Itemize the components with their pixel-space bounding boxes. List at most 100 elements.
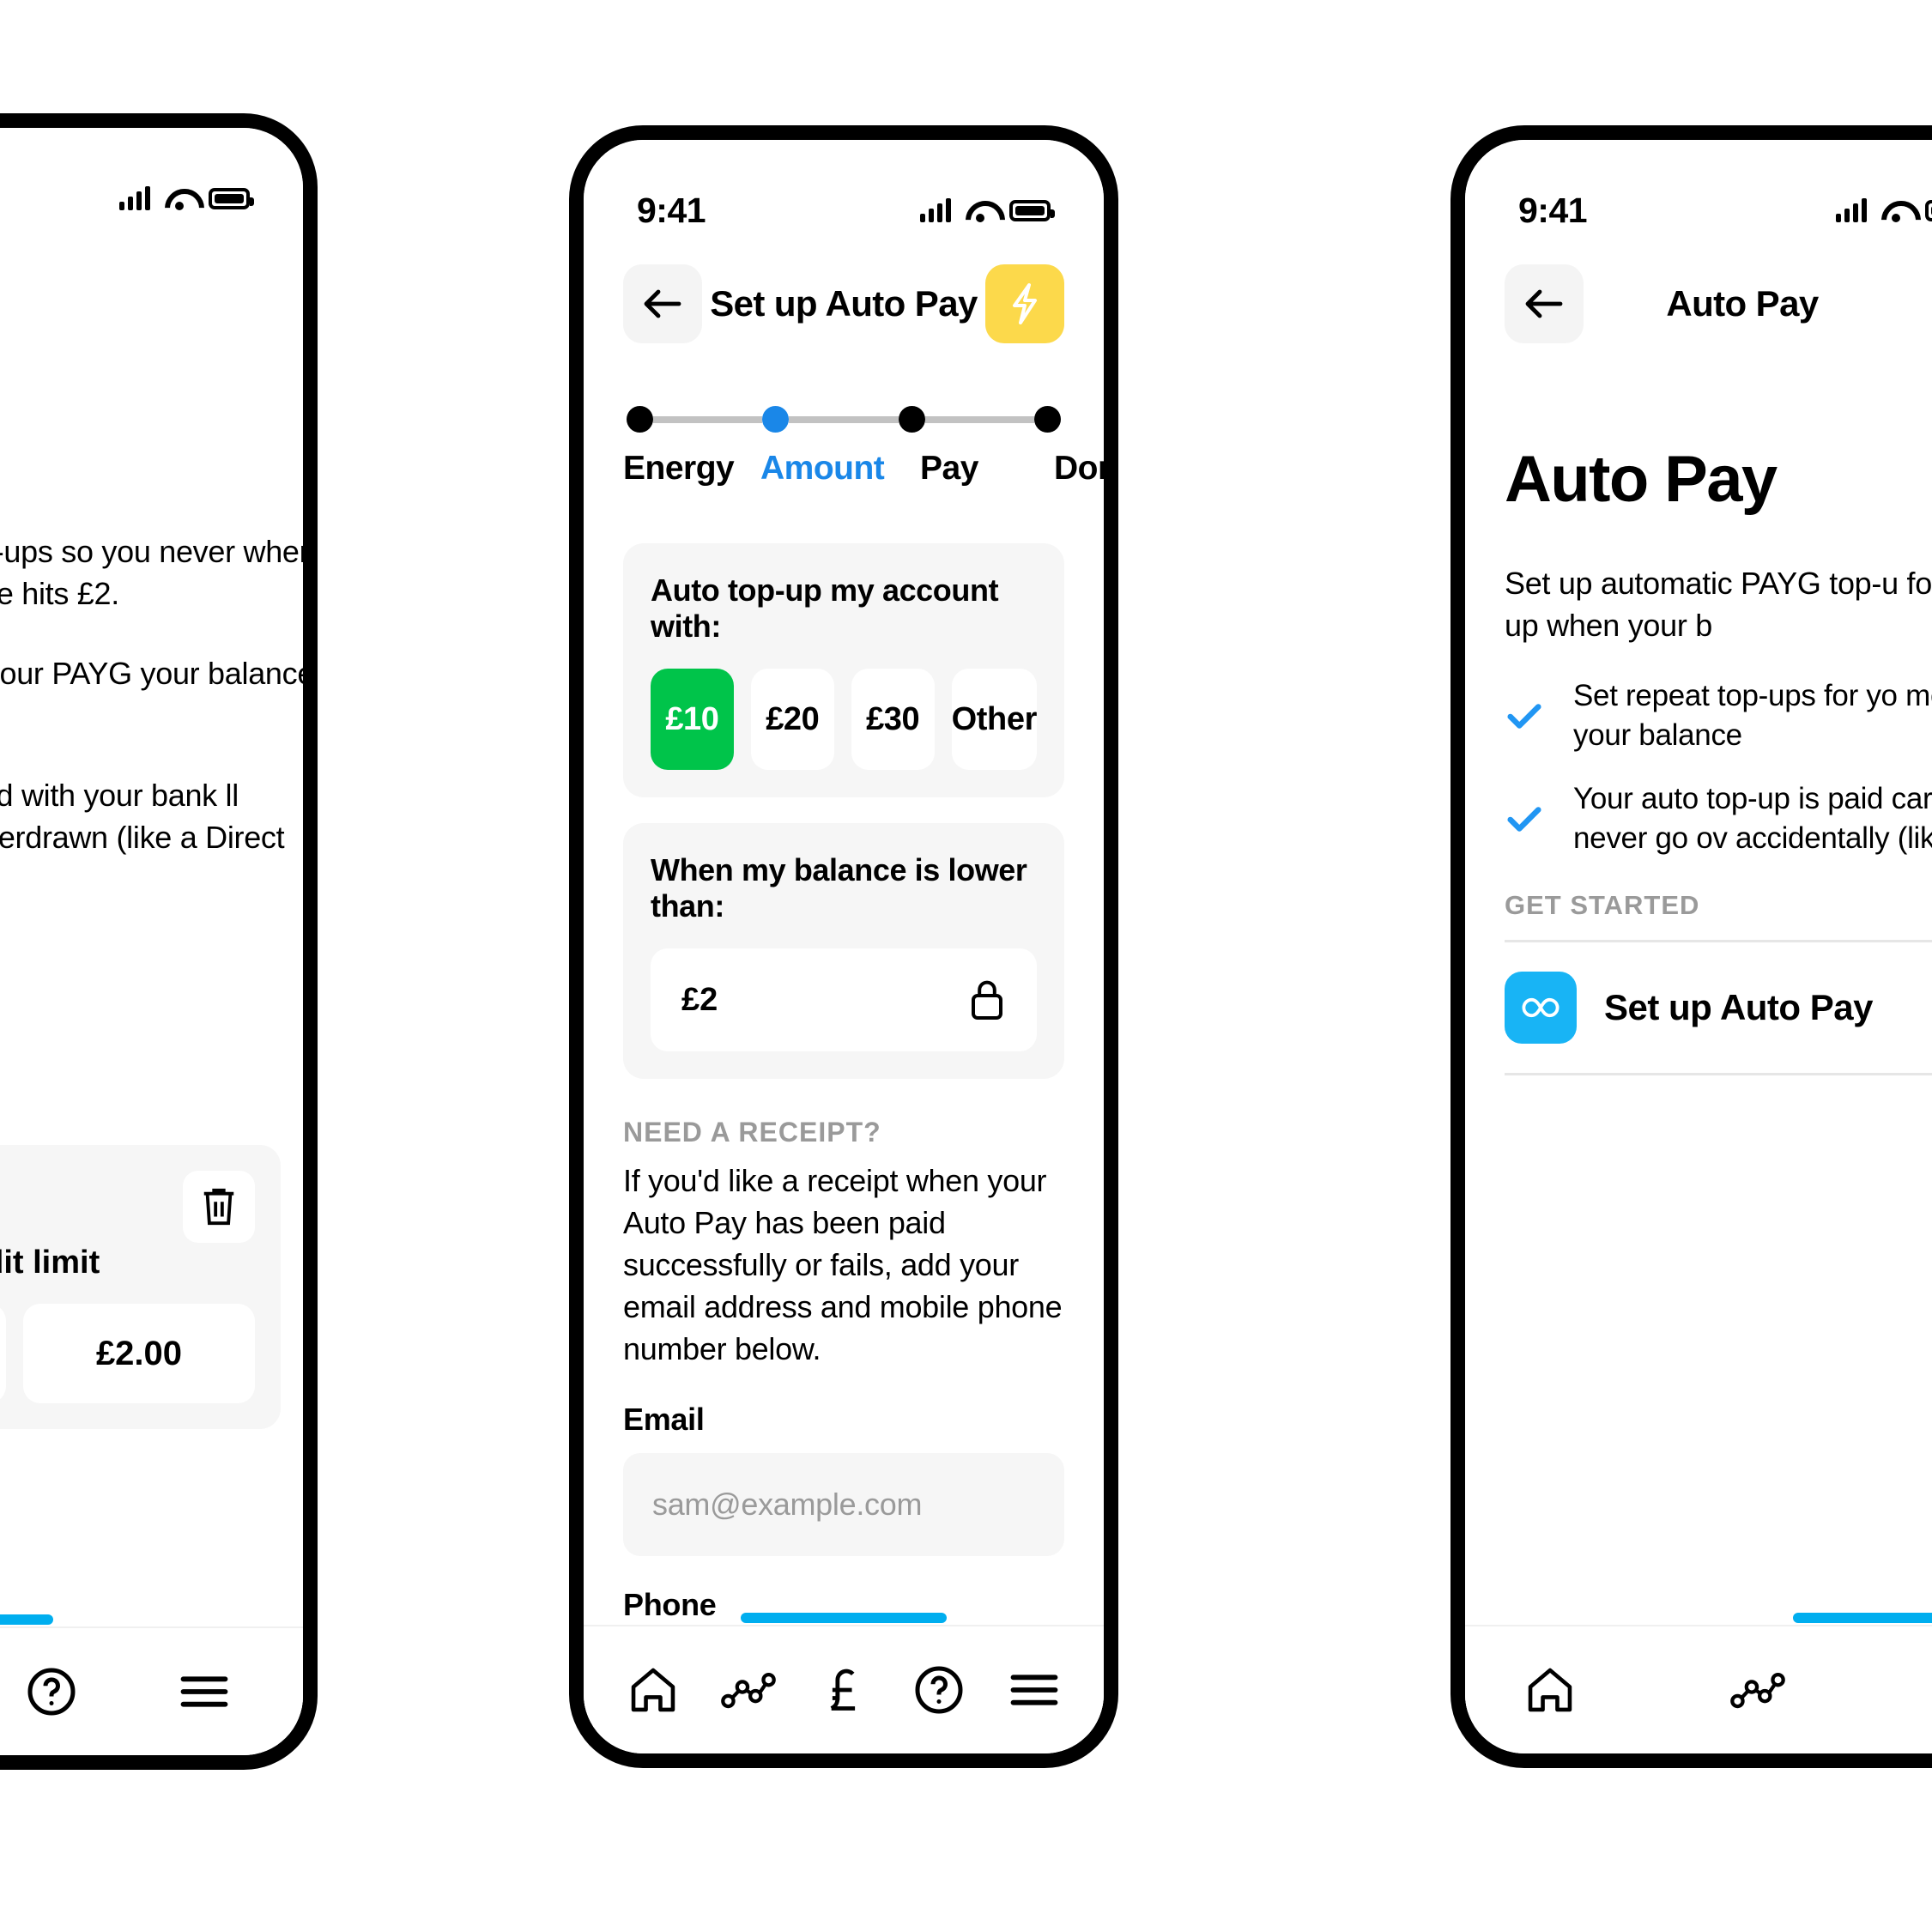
intro-paragraph-3: op-up is paid with your bank ll never go… [0, 777, 285, 855]
battery-icon [1925, 199, 1932, 221]
tab-home[interactable] [625, 1662, 681, 1718]
arrow-left-icon [644, 289, 681, 318]
status-bar: 9:41 [1465, 140, 1932, 248]
phone-middle-screen: 9:41 Set up Auto Pay Energy Amount Pay D… [584, 140, 1104, 1753]
lock-icon [972, 980, 1002, 1020]
home-indicator [741, 1613, 947, 1623]
status-bar: 9:41 [584, 140, 1104, 248]
list-item-set-up-auto-pay[interactable]: Set up Auto Pay [1505, 942, 1932, 1073]
amount-option-other[interactable]: Other [951, 669, 1037, 770]
line-chart-icon [1730, 1672, 1785, 1709]
quick-action-button[interactable] [985, 264, 1064, 343]
phone-right: 9:41 Auto Pay Auto Pay Set up automatic … [1451, 125, 1932, 1768]
trash-icon [203, 1188, 234, 1226]
check-icon [1507, 704, 1541, 729]
home-indicator [0, 1614, 53, 1625]
step-label-energy: Energy [623, 450, 735, 487]
email-input[interactable]: sam@example.com [623, 1452, 1064, 1556]
intro-paragraph-1: c PAYG top-ups so you never when your ba… [0, 534, 303, 611]
intro-paragraph-2: op-ups for your PAYG your balance reache… [0, 655, 303, 691]
receipt-eyebrow: NEED A RECEIPT? [623, 1117, 881, 1148]
step-dot-pay[interactable] [898, 406, 925, 433]
amount-option-30[interactable]: £30 [851, 669, 935, 770]
step-dot-amount[interactable] [762, 406, 790, 433]
battery-icon [1009, 199, 1055, 221]
step-label-amount: Amount [760, 450, 885, 487]
status-icons [119, 186, 254, 210]
page-title: Set up Auto Pay [710, 283, 978, 324]
page-title: Auto Pay [1666, 283, 1819, 324]
phone-right-screen: 9:41 Auto Pay Auto Pay Set up automatic … [1465, 140, 1932, 1753]
status-time: 9:41 [637, 190, 706, 230]
tab-usage[interactable] [720, 1662, 777, 1718]
tab-bar [584, 1625, 1104, 1753]
credit-limit-value-left[interactable] [0, 1304, 6, 1403]
benefits-list: Set repeat top-ups for yo meter when you… [1505, 676, 1932, 859]
tab-home[interactable] [1522, 1662, 1578, 1718]
threshold-value: £2 [681, 981, 718, 1018]
amount-option-10[interactable]: £10 [651, 669, 734, 770]
tab-menu[interactable] [176, 1663, 233, 1720]
tab-bar [0, 1626, 303, 1755]
nav-bar: Auto Pay [0, 236, 303, 348]
wifi-icon [1881, 199, 1911, 222]
home-icon [632, 1668, 675, 1712]
battery-icon [209, 187, 254, 209]
step-dot-done[interactable] [1033, 406, 1061, 433]
cellular-signal-icon [920, 198, 951, 222]
tab-payments[interactable] [815, 1662, 872, 1718]
phone-left: Auto Pay c PAYG top-ups so you never whe… [0, 113, 318, 1770]
credit-limit-value-right[interactable]: £2.00 [23, 1304, 255, 1403]
step-label-pay: Pay [920, 450, 978, 487]
auto-pay-tile [1505, 971, 1577, 1044]
status-icons [920, 198, 1055, 222]
email-label: Email [623, 1401, 705, 1437]
nav-bar: Auto Pay [1465, 248, 1932, 360]
amount-option-20[interactable]: £20 [750, 669, 834, 770]
get-started-section: GET STARTED Set up Auto Pay [1505, 890, 1932, 1075]
arrow-left-icon [1525, 289, 1563, 318]
benefit-text: Your auto top-up is paid card, so you'll… [1573, 782, 1932, 856]
credit-limit-card: Credit limit £2.00 [0, 1145, 281, 1429]
stepper-labels: Energy Amount Pay Done [623, 450, 1104, 488]
benefit-text: Set repeat top-ups for yo meter when you… [1573, 678, 1932, 753]
step-connector-2 [789, 415, 899, 423]
phone-middle: 9:41 Set up Auto Pay Energy Amount Pay D… [569, 125, 1118, 1768]
benefit-item: Set repeat top-ups for yo meter when you… [1505, 676, 1932, 755]
step-connector-1 [653, 415, 763, 423]
infinity-icon [1522, 997, 1560, 1017]
benefit-item: Your auto top-up is paid card, so you'll… [1505, 779, 1932, 858]
get-started-label: GET STARTED [1505, 889, 1700, 920]
cellular-signal-icon [119, 186, 150, 210]
tab-help[interactable] [23, 1663, 80, 1720]
tab-help[interactable] [911, 1662, 967, 1718]
line-chart-icon [721, 1672, 777, 1709]
wifi-icon [966, 199, 995, 222]
tab-menu[interactable] [1006, 1662, 1063, 1718]
tab-bar [1465, 1625, 1932, 1753]
list-item-label: Set up Auto Pay [1604, 986, 1873, 1027]
hamburger-menu-icon [1010, 1675, 1057, 1705]
check-icon [1507, 807, 1541, 833]
question-circle-icon [915, 1666, 963, 1714]
pound-icon [830, 1669, 856, 1711]
step-connector-3 [924, 415, 1034, 423]
credit-limit-title: Credit limit [0, 1245, 100, 1281]
amount-options: £10 £20 £30 Other [651, 669, 1037, 770]
back-button[interactable] [623, 264, 702, 343]
step-label-done: Done [1054, 450, 1104, 487]
status-time: 9:41 [1518, 190, 1588, 230]
hamburger-menu-icon [180, 1676, 228, 1707]
progress-stepper: Energy Amount Pay Done [623, 406, 1104, 488]
tab-usage[interactable] [1729, 1662, 1786, 1718]
delete-credit-limit-button[interactable] [183, 1171, 255, 1243]
threshold-value-field[interactable]: £2 [651, 948, 1037, 1051]
status-icons [1836, 198, 1932, 222]
home-indicator [1793, 1613, 1932, 1623]
back-button[interactable] [1505, 264, 1584, 343]
page-title: Auto Pay [0, 271, 263, 312]
amount-panel-title: Auto top-up my account with: [651, 572, 999, 644]
amount-panel: Auto top-up my account with: £10 £20 £30… [623, 543, 1064, 797]
step-dot-energy[interactable] [627, 406, 653, 433]
question-circle-icon [27, 1668, 76, 1716]
